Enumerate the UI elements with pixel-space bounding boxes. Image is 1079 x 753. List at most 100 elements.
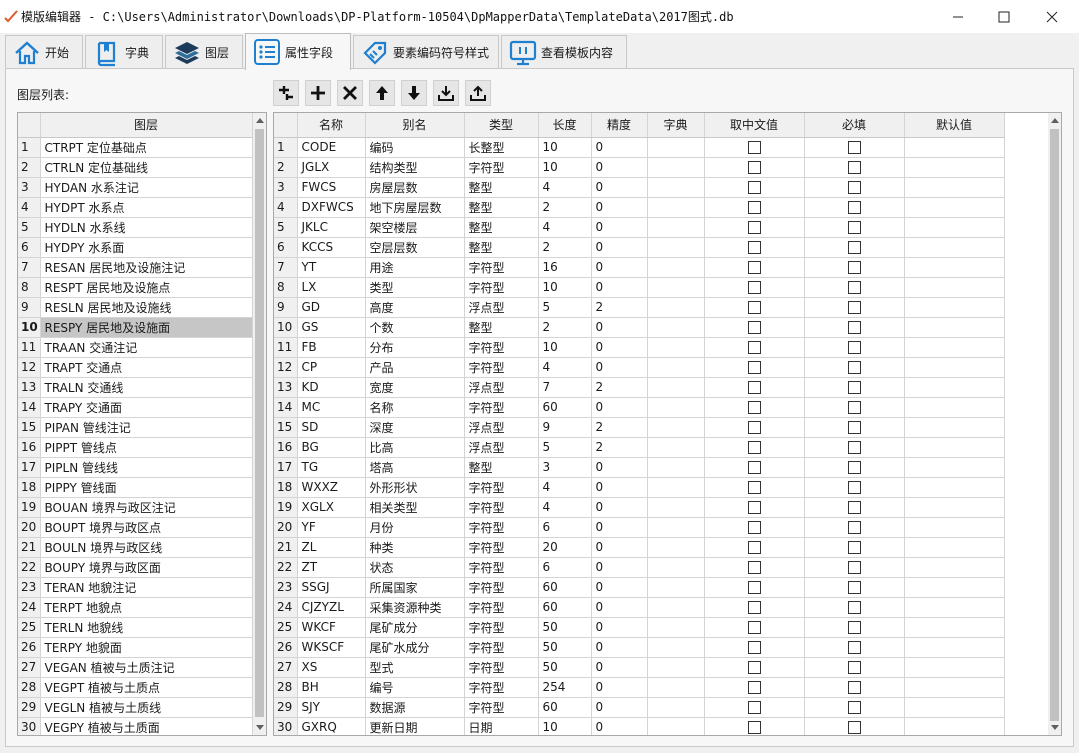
field-dictionary-cell[interactable]: [647, 417, 705, 438]
field-dictionary-cell[interactable]: [647, 277, 705, 298]
field-name-cell[interactable]: ZT: [297, 557, 366, 578]
chinese-value-checkbox[interactable]: [747, 160, 761, 174]
move-up-button[interactable]: [369, 80, 395, 106]
layer-name-cell[interactable]: BOUPT 境界与政区点: [40, 517, 253, 538]
required-checkbox[interactable]: [847, 180, 861, 194]
layer-row[interactable]: 5 HYDLN 水系线: [18, 217, 253, 238]
field-default-cell[interactable]: [904, 297, 1005, 318]
field-precision-cell[interactable]: 0: [591, 317, 648, 338]
field-length-cell[interactable]: 5: [538, 437, 592, 458]
field-name-cell[interactable]: CP: [297, 357, 366, 378]
field-type-cell[interactable]: 字符型: [464, 677, 539, 698]
field-dictionary-cell[interactable]: [647, 357, 705, 378]
field-precision-cell[interactable]: 0: [591, 497, 648, 518]
field-precision-cell[interactable]: 0: [591, 277, 648, 298]
field-default-cell[interactable]: [904, 137, 1005, 158]
field-row[interactable]: 8 LX 类型 字符型 10 0: [274, 277, 1005, 298]
layer-name-cell[interactable]: VEGLN 植被与土质线: [40, 697, 253, 718]
layer-name-cell[interactable]: TERAN 地貌注记: [40, 577, 253, 598]
layer-name-cell[interactable]: TERLN 地貌线: [40, 617, 253, 638]
field-type-cell[interactable]: 整型: [464, 217, 539, 238]
required-checkbox[interactable]: [847, 380, 861, 394]
field-row[interactable]: 1 CODE 编码 长整型 10 0: [274, 137, 1005, 158]
field-precision-cell[interactable]: 2: [591, 297, 648, 318]
field-type-cell[interactable]: 浮点型: [464, 297, 539, 318]
field-default-cell[interactable]: [904, 317, 1005, 338]
scroll-down-arrow-icon[interactable]: [1048, 721, 1061, 735]
field-length-cell[interactable]: 2: [538, 317, 592, 338]
field-type-cell[interactable]: 长整型: [464, 137, 539, 158]
chinese-value-checkbox[interactable]: [747, 220, 761, 234]
field-alias-cell[interactable]: 高度: [365, 297, 465, 318]
layer-row[interactable]: 20 BOUPT 境界与政区点: [18, 517, 253, 538]
field-name-cell[interactable]: JKLC: [297, 217, 366, 238]
field-name-cell[interactable]: WKSCF: [297, 637, 366, 658]
layer-name-cell[interactable]: PIPLN 管线线: [40, 457, 253, 478]
field-default-cell[interactable]: [904, 697, 1005, 718]
field-grid-scrollbar[interactable]: [1048, 113, 1061, 735]
chinese-value-checkbox[interactable]: [747, 700, 761, 714]
layer-name-cell[interactable]: PIPAN 管线注记: [40, 417, 253, 438]
field-alias-cell[interactable]: 相关类型: [365, 497, 465, 518]
layer-row[interactable]: 8 RESPT 居民地及设施点: [18, 277, 253, 298]
required-checkbox[interactable]: [847, 560, 861, 574]
field-default-cell[interactable]: [904, 497, 1005, 518]
field-name-cell[interactable]: LX: [297, 277, 366, 298]
field-length-cell[interactable]: 4: [538, 177, 592, 198]
scroll-down-arrow-icon[interactable]: [253, 721, 266, 735]
field-default-cell[interactable]: [904, 597, 1005, 618]
layer-row[interactable]: 11 TRAAN 交通注记: [18, 337, 253, 358]
required-checkbox[interactable]: [847, 480, 861, 494]
field-row[interactable]: 26 WKSCF 尾矿水成分 字符型 50 0: [274, 637, 1005, 658]
field-alias-cell[interactable]: 塔高: [365, 457, 465, 478]
field-precision-cell[interactable]: 0: [591, 137, 648, 158]
field-length-cell[interactable]: 3: [538, 457, 592, 478]
close-button[interactable]: [1029, 0, 1075, 33]
field-name-cell[interactable]: FB: [297, 337, 366, 358]
required-checkbox[interactable]: [847, 540, 861, 554]
chinese-value-checkbox[interactable]: [747, 540, 761, 554]
field-row[interactable]: 27 XS 型式 字符型 50 0: [274, 657, 1005, 678]
field-alias-cell[interactable]: 分布: [365, 337, 465, 358]
field-length-cell[interactable]: 7: [538, 377, 592, 398]
field-default-cell[interactable]: [904, 357, 1005, 378]
column-header[interactable]: 字典: [647, 113, 705, 138]
field-name-cell[interactable]: WKCF: [297, 617, 366, 638]
chinese-value-checkbox[interactable]: [747, 620, 761, 634]
required-checkbox[interactable]: [847, 720, 861, 734]
field-dictionary-cell[interactable]: [647, 617, 705, 638]
field-default-cell[interactable]: [904, 717, 1005, 735]
field-length-cell[interactable]: 50: [538, 617, 592, 638]
field-alias-cell[interactable]: 所属国家: [365, 577, 465, 598]
field-alias-cell[interactable]: 比高: [365, 437, 465, 458]
chinese-value-checkbox[interactable]: [747, 660, 761, 674]
field-type-cell[interactable]: 日期: [464, 717, 539, 735]
layer-row[interactable]: 22 BOUPY 境界与政区面: [18, 557, 253, 578]
field-precision-cell[interactable]: 0: [591, 397, 648, 418]
layer-row[interactable]: 16 PIPPT 管线点: [18, 437, 253, 458]
field-row[interactable]: 9 GD 高度 浮点型 5 2: [274, 297, 1005, 318]
layer-name-cell[interactable]: TERPY 地貌面: [40, 637, 253, 658]
field-dictionary-cell[interactable]: [647, 637, 705, 658]
field-default-cell[interactable]: [904, 397, 1005, 418]
field-dictionary-cell[interactable]: [647, 537, 705, 558]
layer-row[interactable]: 13 TRALN 交通线: [18, 377, 253, 398]
field-name-cell[interactable]: CODE: [297, 137, 366, 158]
layer-name-cell[interactable]: VEGPT 植被与土质点: [40, 677, 253, 698]
field-row[interactable]: 19 XGLX 相关类型 字符型 4 0: [274, 497, 1005, 518]
field-alias-cell[interactable]: 房屋层数: [365, 177, 465, 198]
field-row[interactable]: 6 KCCS 空层层数 整型 2 0: [274, 237, 1005, 258]
field-type-cell[interactable]: 字符型: [464, 477, 539, 498]
field-dictionary-cell[interactable]: [647, 717, 705, 735]
required-checkbox[interactable]: [847, 500, 861, 514]
field-precision-cell[interactable]: 0: [591, 217, 648, 238]
field-row[interactable]: 14 MC 名称 字符型 60 0: [274, 397, 1005, 418]
minimize-button[interactable]: [935, 0, 981, 33]
field-alias-cell[interactable]: 编号: [365, 677, 465, 698]
field-row[interactable]: 30 GXRQ 更新日期 日期 10 0: [274, 717, 1005, 735]
field-type-cell[interactable]: 浮点型: [464, 377, 539, 398]
layer-row[interactable]: 28 VEGPT 植被与土质点: [18, 677, 253, 698]
layer-row[interactable]: 27 VEGAN 植被与土质注记: [18, 657, 253, 678]
layer-name-cell[interactable]: RESPY 居民地及设施面: [40, 317, 253, 338]
field-name-cell[interactable]: YF: [297, 517, 366, 538]
